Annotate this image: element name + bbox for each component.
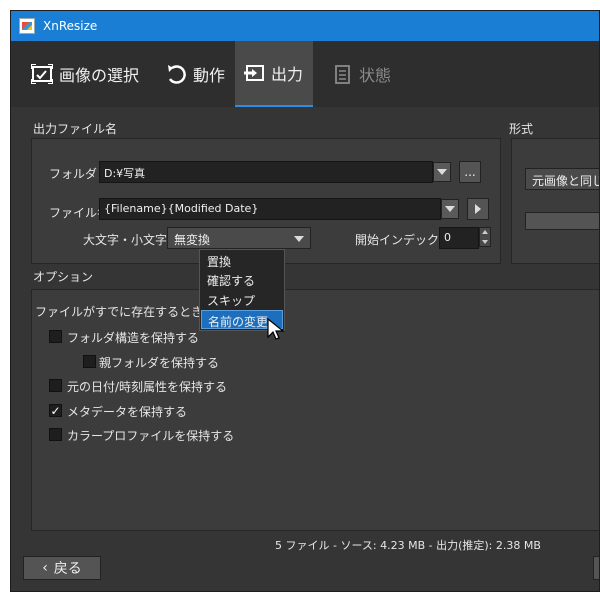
tab-label: 状態 (359, 66, 392, 85)
checkbox[interactable] (49, 330, 62, 343)
exists-label: ファイルがすでに存在するとき (35, 305, 204, 319)
browse-button[interactable]: ... (459, 161, 481, 183)
image-select-icon (31, 64, 53, 84)
case-label: 大文字・小文字 (83, 233, 168, 247)
start-index-input[interactable]: 0 (439, 227, 479, 249)
checkbox-checked[interactable]: ✓ (49, 404, 62, 417)
play-icon (475, 204, 481, 214)
checkmark-icon: ✓ (50, 403, 61, 418)
menu-item-confirm[interactable]: 確認する (201, 270, 283, 289)
tab-label: 出力 (271, 65, 304, 84)
status-text: 5 ファイル - ソース: 4.23 MB - 出力(推定): 2.38 MB (275, 539, 541, 552)
start-index-spinner[interactable] (479, 227, 491, 247)
title-bar[interactable]: XnResize (11, 11, 599, 41)
menu-item-skip[interactable]: スキップ (201, 290, 283, 309)
tab-label: 動作 (193, 66, 226, 85)
options-section-label: オプション (33, 270, 94, 284)
keep-parent-folder-label: 親フォルダを保持する (99, 356, 220, 370)
app-window: XnResize 画像の選択 動作 出力 状態 出力ファイル名 フォルダ D:¥… (10, 10, 600, 592)
clipboard-icon (335, 65, 350, 84)
keep-metadata-label: メタデータを保持する (67, 405, 188, 419)
app-icon (19, 18, 35, 34)
folder-label: フォルダ (49, 167, 98, 181)
back-button-label: 戻る (53, 561, 82, 577)
chevron-down-icon (445, 206, 455, 212)
menu-item-replace[interactable]: 置換 (201, 251, 283, 270)
filename-input[interactable]: {Filename}{Modified Date} (99, 198, 441, 220)
tab-status[interactable]: 状態 (323, 41, 399, 107)
tab-action[interactable]: 動作 (157, 41, 233, 107)
start-index-label: 開始インデックス (355, 233, 451, 247)
chevron-down-icon (437, 169, 447, 175)
format-section-label: 形式 (509, 122, 534, 136)
keep-color-profile-label: カラープロファイルを保持する (67, 429, 235, 443)
keep-datetime-label: 元の日付/時刻属性を保持する (67, 380, 228, 394)
filename-dropdown-button[interactable] (441, 199, 459, 219)
tab-image-select[interactable]: 画像の選択 (23, 41, 147, 107)
checkbox[interactable] (49, 379, 62, 392)
output-name-section-label: 出力ファイル名 (33, 122, 118, 136)
chevron-down-icon (294, 236, 304, 242)
format-select[interactable]: 元画像と同じ (525, 168, 599, 190)
window-title: XnResize (43, 19, 98, 33)
keep-folder-structure-label: フォルダ構造を保持する (67, 331, 200, 345)
tab-output[interactable]: 出力 (235, 41, 313, 107)
tab-label: 画像の選択 (59, 66, 140, 85)
checkbox[interactable] (83, 355, 96, 368)
tab-bar: 画像の選択 動作 出力 状態 (11, 41, 599, 107)
chevron-left-icon: ‹ (42, 560, 48, 576)
format-panel (511, 138, 599, 264)
checkbox[interactable] (49, 428, 62, 441)
next-button[interactable] (593, 556, 599, 580)
case-select-value: 無変換 (174, 233, 211, 247)
output-icon (244, 65, 264, 81)
undo-arrow-icon (168, 65, 186, 84)
insert-tag-button[interactable] (467, 198, 489, 220)
mouse-cursor-icon (267, 318, 285, 340)
folder-dropdown-button[interactable] (433, 162, 451, 182)
format-settings-button[interactable] (525, 212, 599, 230)
folder-input[interactable]: D:¥写真 (99, 161, 433, 183)
case-select[interactable]: 無変換 (167, 227, 311, 249)
back-button[interactable]: ‹ 戻る (23, 556, 101, 580)
